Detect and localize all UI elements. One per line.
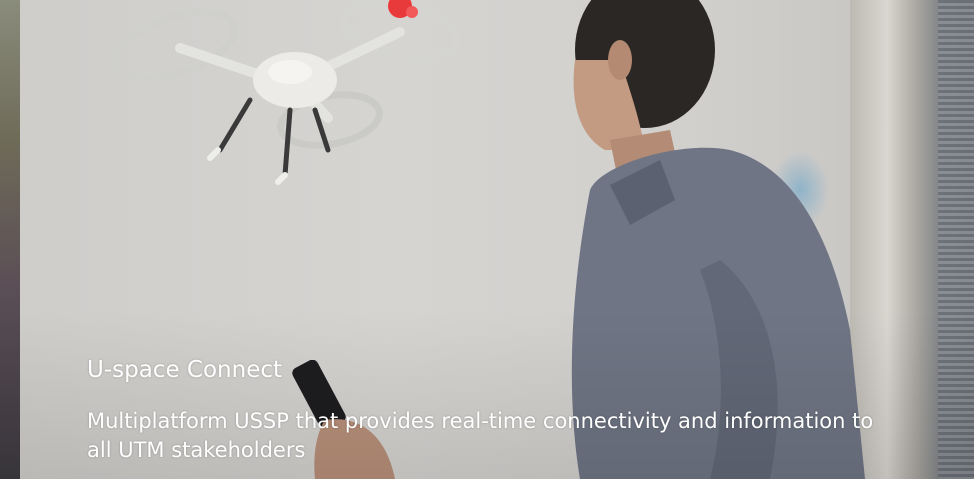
drone-image — [111, 0, 461, 185]
hero-title: U-space Connect — [87, 357, 283, 383]
hero-text-block: U-space Connect Multiplatform USSP that … — [87, 355, 947, 465]
hero-banner[interactable]: U-space Connect Multiplatform USSP that … — [0, 0, 974, 479]
hero-description: Multiplatform USSP that provides real-ti… — [87, 409, 874, 462]
